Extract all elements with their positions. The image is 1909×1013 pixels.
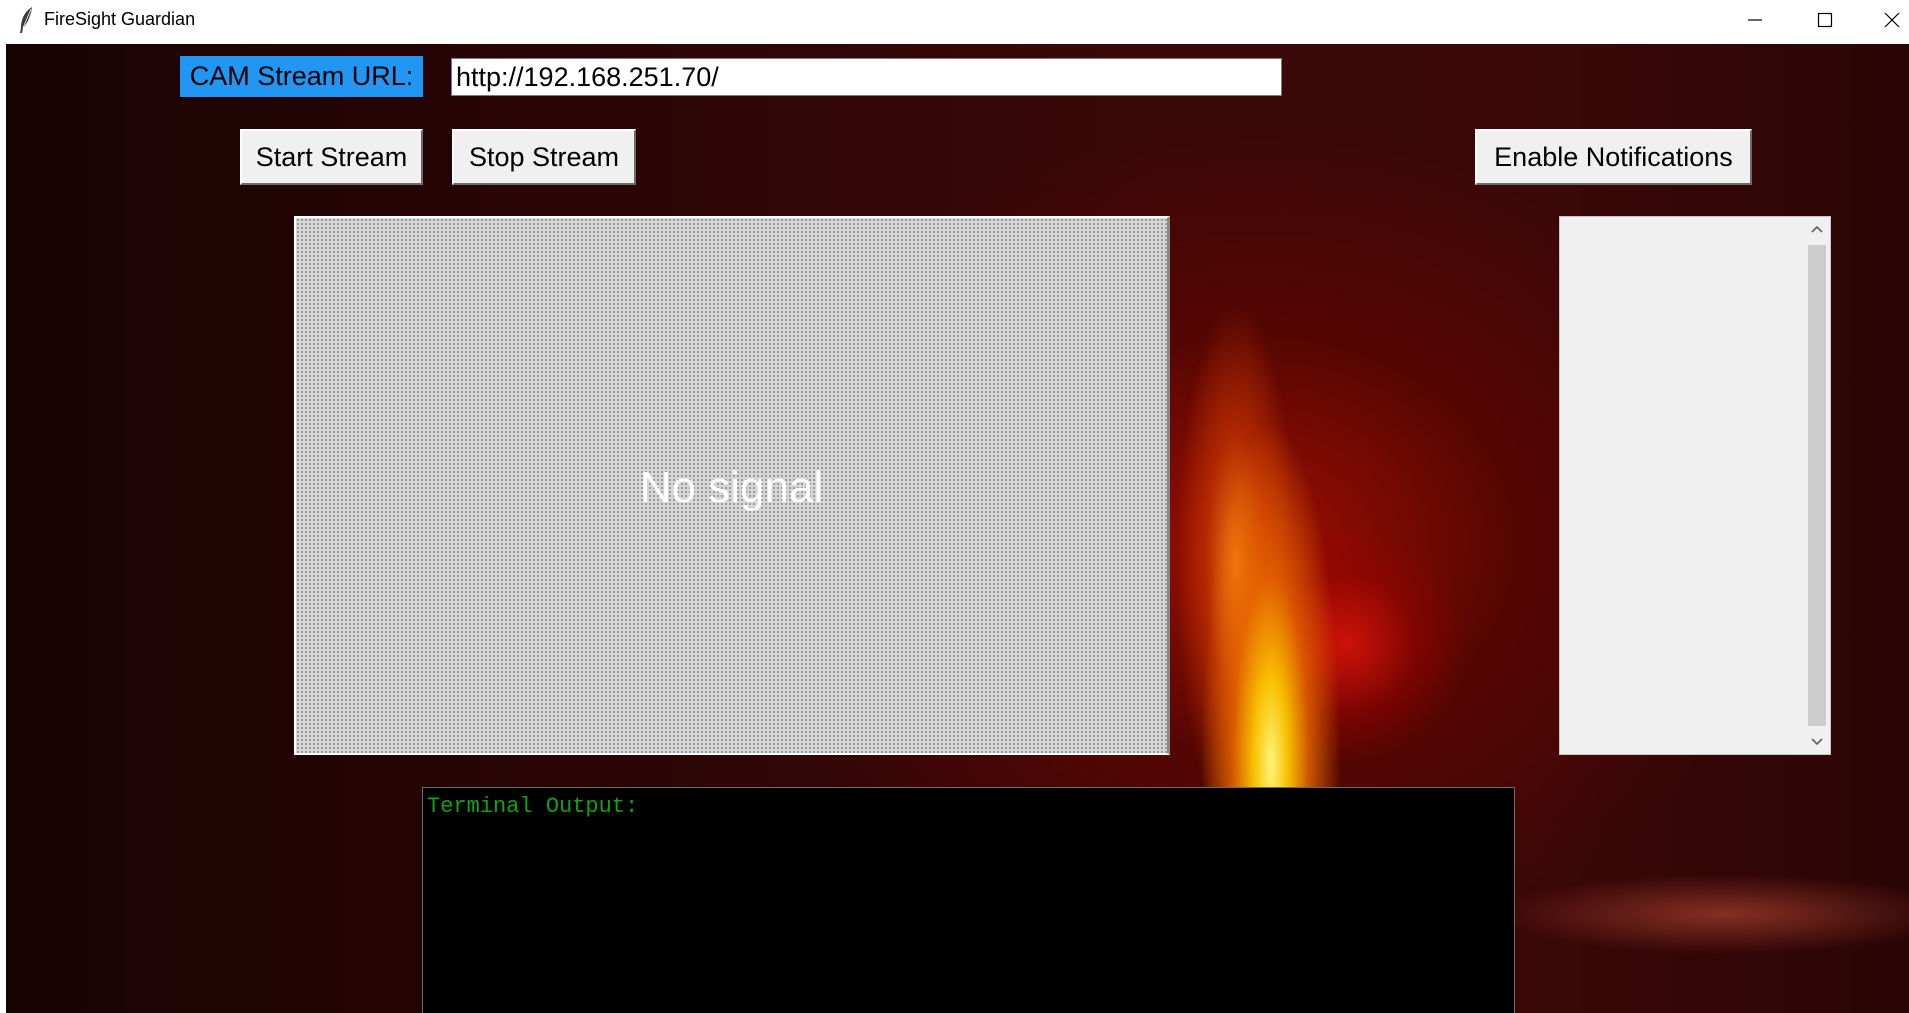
chevron-up-icon: [1811, 225, 1823, 233]
minimize-button[interactable]: [1725, 0, 1785, 40]
window-title: FireSight Guardian: [44, 9, 196, 29]
minimize-icon: [1748, 19, 1762, 21]
scroll-down-arrow[interactable]: [1804, 730, 1830, 754]
scroll-up-arrow[interactable]: [1804, 217, 1830, 241]
terminal-header: Terminal Output:: [427, 794, 639, 819]
feather-icon: [20, 7, 32, 33]
chevron-down-icon: [1811, 738, 1823, 746]
cam-stream-url-input[interactable]: [451, 58, 1282, 96]
app-window: FireSight Guardian CAM Stream URL: Start…: [0, 0, 1909, 1013]
stop-stream-button[interactable]: Stop Stream: [452, 129, 636, 185]
notifications-scrollbar[interactable]: [1804, 217, 1830, 754]
terminal-output[interactable]: Terminal Output:: [422, 787, 1515, 1013]
close-button[interactable]: [1862, 0, 1909, 40]
main-content: CAM Stream URL: Start Stream Stop Stream…: [6, 44, 1909, 1013]
video-display: No signal: [294, 216, 1170, 755]
maximize-button[interactable]: [1795, 0, 1855, 40]
title-bar: FireSight Guardian: [0, 0, 1909, 44]
scroll-thumb[interactable]: [1808, 245, 1826, 726]
maximize-icon: [1817, 12, 1833, 28]
notifications-list[interactable]: [1559, 216, 1831, 755]
start-stream-button[interactable]: Start Stream: [240, 129, 423, 185]
cam-stream-url-label: CAM Stream URL:: [180, 56, 423, 97]
close-icon: [1884, 12, 1900, 28]
no-signal-text: No signal: [639, 463, 824, 512]
enable-notifications-button[interactable]: Enable Notifications: [1475, 129, 1752, 185]
